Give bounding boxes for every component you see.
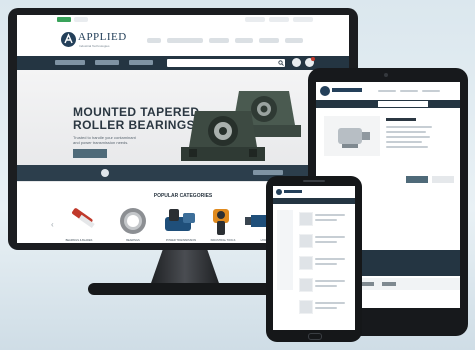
brand-logo-icon[interactable] <box>276 189 282 195</box>
product-thumb[interactable] <box>299 212 313 226</box>
utility-link[interactable] <box>245 17 265 22</box>
main-link[interactable] <box>167 38 203 43</box>
phone-speaker <box>303 180 325 182</box>
product-thumb[interactable] <box>299 234 313 248</box>
category-label[interactable]: BEARINGS <box>113 239 153 242</box>
quantity-field[interactable] <box>432 176 454 183</box>
product-name[interactable] <box>315 302 345 304</box>
tablet-camera <box>384 73 388 77</box>
category-image-adhesive <box>72 208 95 229</box>
phone-home-button[interactable] <box>308 333 322 340</box>
monitor-stand-base <box>88 283 278 295</box>
utility-link[interactable] <box>74 17 88 22</box>
product-title <box>386 118 416 121</box>
nav-bar <box>273 198 355 204</box>
locale-toggle[interactable] <box>57 17 71 22</box>
product-detail <box>315 263 337 265</box>
product-name[interactable] <box>315 214 345 216</box>
main-link[interactable] <box>147 38 161 43</box>
product-detail <box>315 241 337 243</box>
product-detail <box>315 307 337 309</box>
product-detail <box>386 141 422 143</box>
partner-logo <box>382 282 396 286</box>
monitor-stand <box>150 250 220 286</box>
product-thumb[interactable] <box>299 278 313 292</box>
product-detail <box>386 131 426 133</box>
utility-link[interactable] <box>269 17 289 22</box>
main-link[interactable] <box>378 90 396 92</box>
category-image-power-tools <box>165 209 195 231</box>
brand-logo-icon[interactable] <box>320 86 330 96</box>
product-detail <box>386 136 430 138</box>
hero-subtitle: Trusted to handle your contaminant and p… <box>73 135 136 145</box>
product-thumb[interactable] <box>299 256 313 270</box>
main-link[interactable] <box>259 38 279 43</box>
category-image-bearing <box>120 208 146 234</box>
search-icon[interactable] <box>278 60 284 66</box>
product-name[interactable] <box>315 236 345 238</box>
category-label[interactable]: BEARINGS & BLADES <box>59 239 99 242</box>
product-name[interactable] <box>315 258 345 260</box>
product-name[interactable] <box>315 280 345 282</box>
utility-link[interactable] <box>293 17 313 22</box>
main-link[interactable] <box>285 38 303 43</box>
category-image-tool <box>213 209 229 235</box>
add-to-cart-button[interactable] <box>406 176 428 183</box>
category-label[interactable]: POWER TRANSMISSION <box>159 239 203 242</box>
brand-logo-icon[interactable] <box>61 32 76 47</box>
product-detail <box>315 285 337 287</box>
main-link[interactable] <box>400 90 418 92</box>
main-link[interactable] <box>422 90 440 92</box>
product-detail <box>386 126 432 128</box>
product-thumb[interactable] <box>299 300 313 314</box>
user-icon[interactable] <box>292 58 301 67</box>
main-link[interactable] <box>209 38 229 43</box>
bearing-product-image <box>181 91 301 161</box>
cart-badge <box>311 57 315 61</box>
nav-item[interactable] <box>95 60 119 65</box>
brand-name: APPLIED <box>78 31 127 43</box>
mobile-website <box>273 186 355 330</box>
brand-name <box>332 88 362 92</box>
partner-logo <box>360 282 374 286</box>
hero-cta-button[interactable] <box>73 149 107 158</box>
globe-icon[interactable] <box>101 169 109 177</box>
brand-tagline: Industrial Technologies <box>79 44 110 48</box>
nav-item[interactable] <box>129 60 153 65</box>
arrow-left-icon[interactable]: ‹ <box>51 220 54 229</box>
product-image <box>324 116 380 156</box>
search-input[interactable] <box>378 101 428 107</box>
header: APPLIED Industrial Technologies <box>17 24 349 56</box>
brand-name <box>284 190 302 193</box>
filter-sidebar <box>277 210 293 290</box>
product-detail <box>386 146 428 148</box>
band-link[interactable] <box>253 170 283 175</box>
search-input[interactable] <box>167 59 285 67</box>
nav-item[interactable] <box>55 60 85 65</box>
category-label[interactable]: INDUSTRIAL TOOLS <box>203 239 243 242</box>
product-detail <box>315 219 337 221</box>
main-link[interactable] <box>235 38 253 43</box>
